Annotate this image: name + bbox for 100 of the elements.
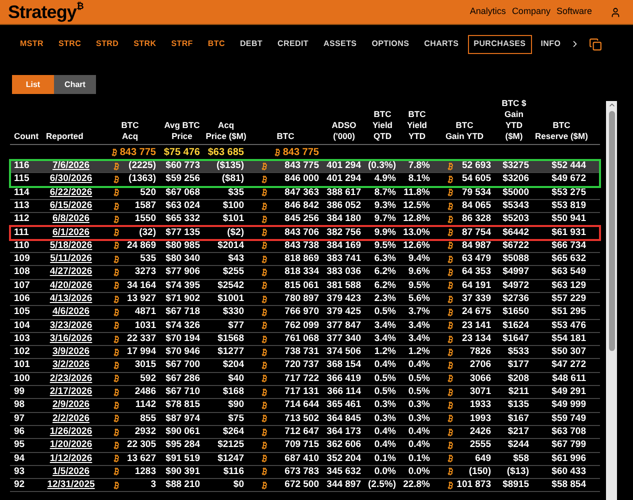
nav-tab[interactable]: STRK bbox=[128, 34, 162, 54]
copy-icon[interactable] bbox=[588, 38, 602, 50]
table-cell: 0.4% bbox=[408, 439, 430, 450]
date-link[interactable]: 5/11/2026 bbox=[50, 253, 92, 264]
table-row[interactable]: 92 12/31/2025 3 $88 210 $0 672 500 344 897 (2.5%) 22.8% 101 873 $8915 $58 854 bbox=[10, 479, 600, 492]
nav-tab[interactable]: PURCHASES bbox=[468, 34, 532, 54]
table-row[interactable]: 102 3/9/2026 17 994 $70 946 $1277 738 731 374 506 1.2% 1.2% 7826 $533 $50 307 bbox=[10, 346, 600, 360]
nav-link[interactable]: Company bbox=[512, 5, 550, 19]
nav-tab[interactable]: MSTR bbox=[14, 34, 50, 54]
table-cell-text: 3015 bbox=[134, 358, 156, 372]
table-cell: $204 bbox=[222, 359, 244, 370]
table-row[interactable]: 99 2/17/2026 2486 $67 710 $168 717 131 366 114 0.5% 0.5% 3071 $211 $49 291 bbox=[10, 386, 600, 400]
table-cell: 102 bbox=[14, 346, 30, 358]
table-row[interactable]: 96 1/26/2026 2932 $90 061 $264 712 647 364 173 0.4% 0.4% 2426 $217 $63 708 bbox=[10, 426, 600, 440]
table-cell-text: 843 738 bbox=[284, 238, 319, 253]
table-cell: 6.3% bbox=[374, 253, 396, 264]
nav-tab[interactable]: CHARTS bbox=[418, 34, 465, 54]
date-link[interactable]: 4/6/2026 bbox=[52, 306, 90, 318]
nav-tab[interactable]: STRC bbox=[52, 34, 88, 54]
date-link[interactable]: 6/8/2026 bbox=[52, 213, 90, 224]
bitcoin-icon bbox=[112, 241, 121, 250]
date-link[interactable]: 6/1/2026 bbox=[52, 226, 90, 238]
table-row[interactable]: 109 5/11/2026 535 $80 340 $43 818 869 383 741 6.3% 9.4% 63 479 $5088 $65 632 bbox=[10, 253, 600, 266]
view-toggle[interactable]: Chart bbox=[54, 75, 96, 94]
table-cell-text: 673 783 bbox=[284, 464, 319, 479]
table-cell: 22.8% bbox=[403, 479, 430, 490]
nav-tab[interactable]: OPTIONS bbox=[366, 34, 416, 54]
user-icon[interactable] bbox=[610, 6, 621, 18]
date-link[interactable]: 4/13/2026 bbox=[50, 293, 92, 304]
column-header: Count bbox=[14, 131, 39, 141]
table-cell: 52 693 bbox=[462, 159, 491, 174]
table-cell: 381 588 bbox=[326, 280, 361, 291]
date-link[interactable]: 6/15/2026 bbox=[50, 200, 92, 211]
date-link[interactable]: 2/17/2026 bbox=[50, 386, 92, 398]
table-row[interactable]: 103 3/16/2026 22 337 $70 194 $1568 761 068 377 340 3.4% 3.4% 23 134 $1647 $54 181 bbox=[10, 332, 600, 346]
nav-tab[interactable]: DEBT bbox=[234, 34, 269, 54]
table-row[interactable]: 113 6/15/2026 1587 $63 024 $100 846 842 386 052 9.3% 12.5% 84 065 $5343 $53 819 bbox=[10, 200, 600, 214]
table-row[interactable]: 100 2/23/2026 592 $67 286 $40 717 722 366 419 0.5% 0.5% 3066 $208 $48 611 bbox=[10, 372, 600, 386]
nav-tab[interactable]: ASSETS bbox=[318, 34, 363, 54]
table-cell: 79 534 bbox=[462, 186, 491, 200]
table-row[interactable]: 94 1/12/2026 13 627 $91 519 $1247 687 410 352 204 0.1% 0.1% 649 $58 $61 996 bbox=[10, 452, 600, 466]
table-cell: 377 847 bbox=[326, 320, 361, 331]
column-header: BTC Reserve ($M) bbox=[535, 120, 588, 141]
date-link[interactable]: 5/18/2026 bbox=[50, 240, 92, 251]
date-link[interactable]: 1/20/2026 bbox=[50, 439, 92, 450]
table-row[interactable]: 106 4/13/2026 13 927 $71 902 $1001 780 897 379 423 2.3% 5.6% 37 339 $2736 $57 229 bbox=[10, 292, 600, 306]
nav-link[interactable]: Software bbox=[556, 5, 592, 19]
nav-tab[interactable]: STRD bbox=[90, 34, 125, 54]
date-link[interactable]: 1/5/2026 bbox=[52, 466, 90, 477]
date-link[interactable]: 12/31/2025 bbox=[47, 479, 95, 490]
date-link[interactable]: 3/16/2026 bbox=[50, 332, 92, 344]
date-link[interactable]: 1/12/2026 bbox=[50, 452, 92, 464]
nav-tab[interactable]: INFO bbox=[534, 34, 567, 54]
table-cell: 649 bbox=[475, 452, 491, 466]
scrollbar[interactable] bbox=[606, 101, 617, 500]
bitcoin-icon bbox=[446, 414, 455, 424]
table-row[interactable]: 105 4/6/2026 4871 $67 718 $330 766 970 379 425 0.5% 3.7% 24 675 $1650 $51 295 bbox=[10, 306, 600, 320]
table-cell: ($13) bbox=[506, 466, 529, 477]
date-link[interactable]: 4/20/2026 bbox=[50, 280, 92, 291]
logo[interactable]: Strategy₿ bbox=[8, 3, 84, 21]
table-cell: 9.4% bbox=[408, 253, 430, 264]
bitcoin-icon bbox=[446, 294, 455, 304]
table-row[interactable]: 108 4/27/2026 3273 $77 906 $255 818 334 383 036 6.2% 9.6% 64 353 $4997 $63 549 bbox=[10, 266, 600, 280]
table-cell: 108 bbox=[14, 266, 30, 278]
table-row[interactable]: 98 2/9/2026 1142 $78 815 $90 714 644 365 461 0.3% 0.3% 1933 $135 $49 999 bbox=[10, 399, 600, 413]
date-link[interactable]: 1/26/2026 bbox=[50, 426, 92, 437]
table-row[interactable]: 107 4/20/2026 34 164 $74 395 $2542 815 061 381 588 6.2% 9.5% 64 191 $4972 $63 129 bbox=[10, 280, 600, 293]
table-cell: 366 419 bbox=[326, 372, 361, 384]
date-link[interactable]: 2/9/2026 bbox=[52, 399, 90, 410]
date-link[interactable]: 7/6/2026 bbox=[52, 160, 90, 172]
table-cell-text: 84 987 bbox=[462, 238, 491, 253]
table-cell: 6.2% bbox=[374, 266, 396, 278]
table-cell: 9.5% bbox=[408, 280, 430, 291]
scroll-up-icon[interactable] bbox=[608, 101, 616, 109]
date-link[interactable]: 3/2/2026 bbox=[52, 359, 90, 370]
table-row[interactable]: 93 1/5/2026 1283 $90 391 $116 673 783 345 632 0.0% 0.0% (150) ($13) $60 433 bbox=[10, 466, 600, 480]
date-link[interactable]: 6/30/2026 bbox=[50, 173, 92, 184]
table-cell-text: 2706 bbox=[470, 358, 491, 372]
date-link[interactable]: 2/23/2026 bbox=[50, 372, 92, 384]
table-cell-text: 846 842 bbox=[284, 198, 319, 213]
table-row[interactable]: 101 3/2/2026 3015 $67 700 $204 720 737 368 154 0.4% 0.4% 2706 $177 $47 272 bbox=[10, 359, 600, 373]
table-cell: 7826 bbox=[470, 345, 491, 360]
table-row[interactable]: 104 3/23/2026 1031 $74 326 $77 762 099 377 847 3.4% 3.4% 23 141 $1624 $53 476 bbox=[10, 320, 600, 333]
scroll-thumb[interactable] bbox=[608, 111, 614, 351]
table-cell: 99 bbox=[14, 386, 25, 398]
date-link[interactable]: 4/27/2026 bbox=[50, 266, 92, 278]
bitcoin-icon bbox=[446, 428, 455, 437]
nav-tab[interactable]: STRF bbox=[165, 34, 199, 54]
date-link[interactable]: 3/23/2026 bbox=[50, 320, 92, 331]
date-link[interactable]: 3/9/2026 bbox=[52, 346, 90, 358]
date-link[interactable]: 6/22/2026 bbox=[50, 186, 92, 198]
table-row[interactable]: 97 2/2/2026 855 $87 974 $75 713 502 364 845 0.3% 0.3% 1993 $167 $59 749 bbox=[10, 412, 600, 426]
table-cell: 0.3% bbox=[408, 399, 430, 410]
table-row[interactable]: 116 7/6/2026 (2225) $60 773 ($135) 843 775 401 294 (0.3%) 7.8% 52 693 $3275 $52 444 bbox=[10, 160, 600, 174]
date-link[interactable]: 2/2/2026 bbox=[52, 412, 90, 424]
nav-link[interactable]: Analytics bbox=[470, 5, 506, 19]
nav-tab[interactable]: CREDIT bbox=[272, 34, 314, 54]
table-row[interactable]: 95 1/20/2026 22 305 $95 284 $2125 709 715 362 606 0.4% 0.4% 2555 $244 $67 799 bbox=[10, 439, 600, 453]
nav-tab[interactable]: BTC bbox=[202, 34, 231, 54]
table-cell: $67 068 bbox=[166, 186, 200, 198]
